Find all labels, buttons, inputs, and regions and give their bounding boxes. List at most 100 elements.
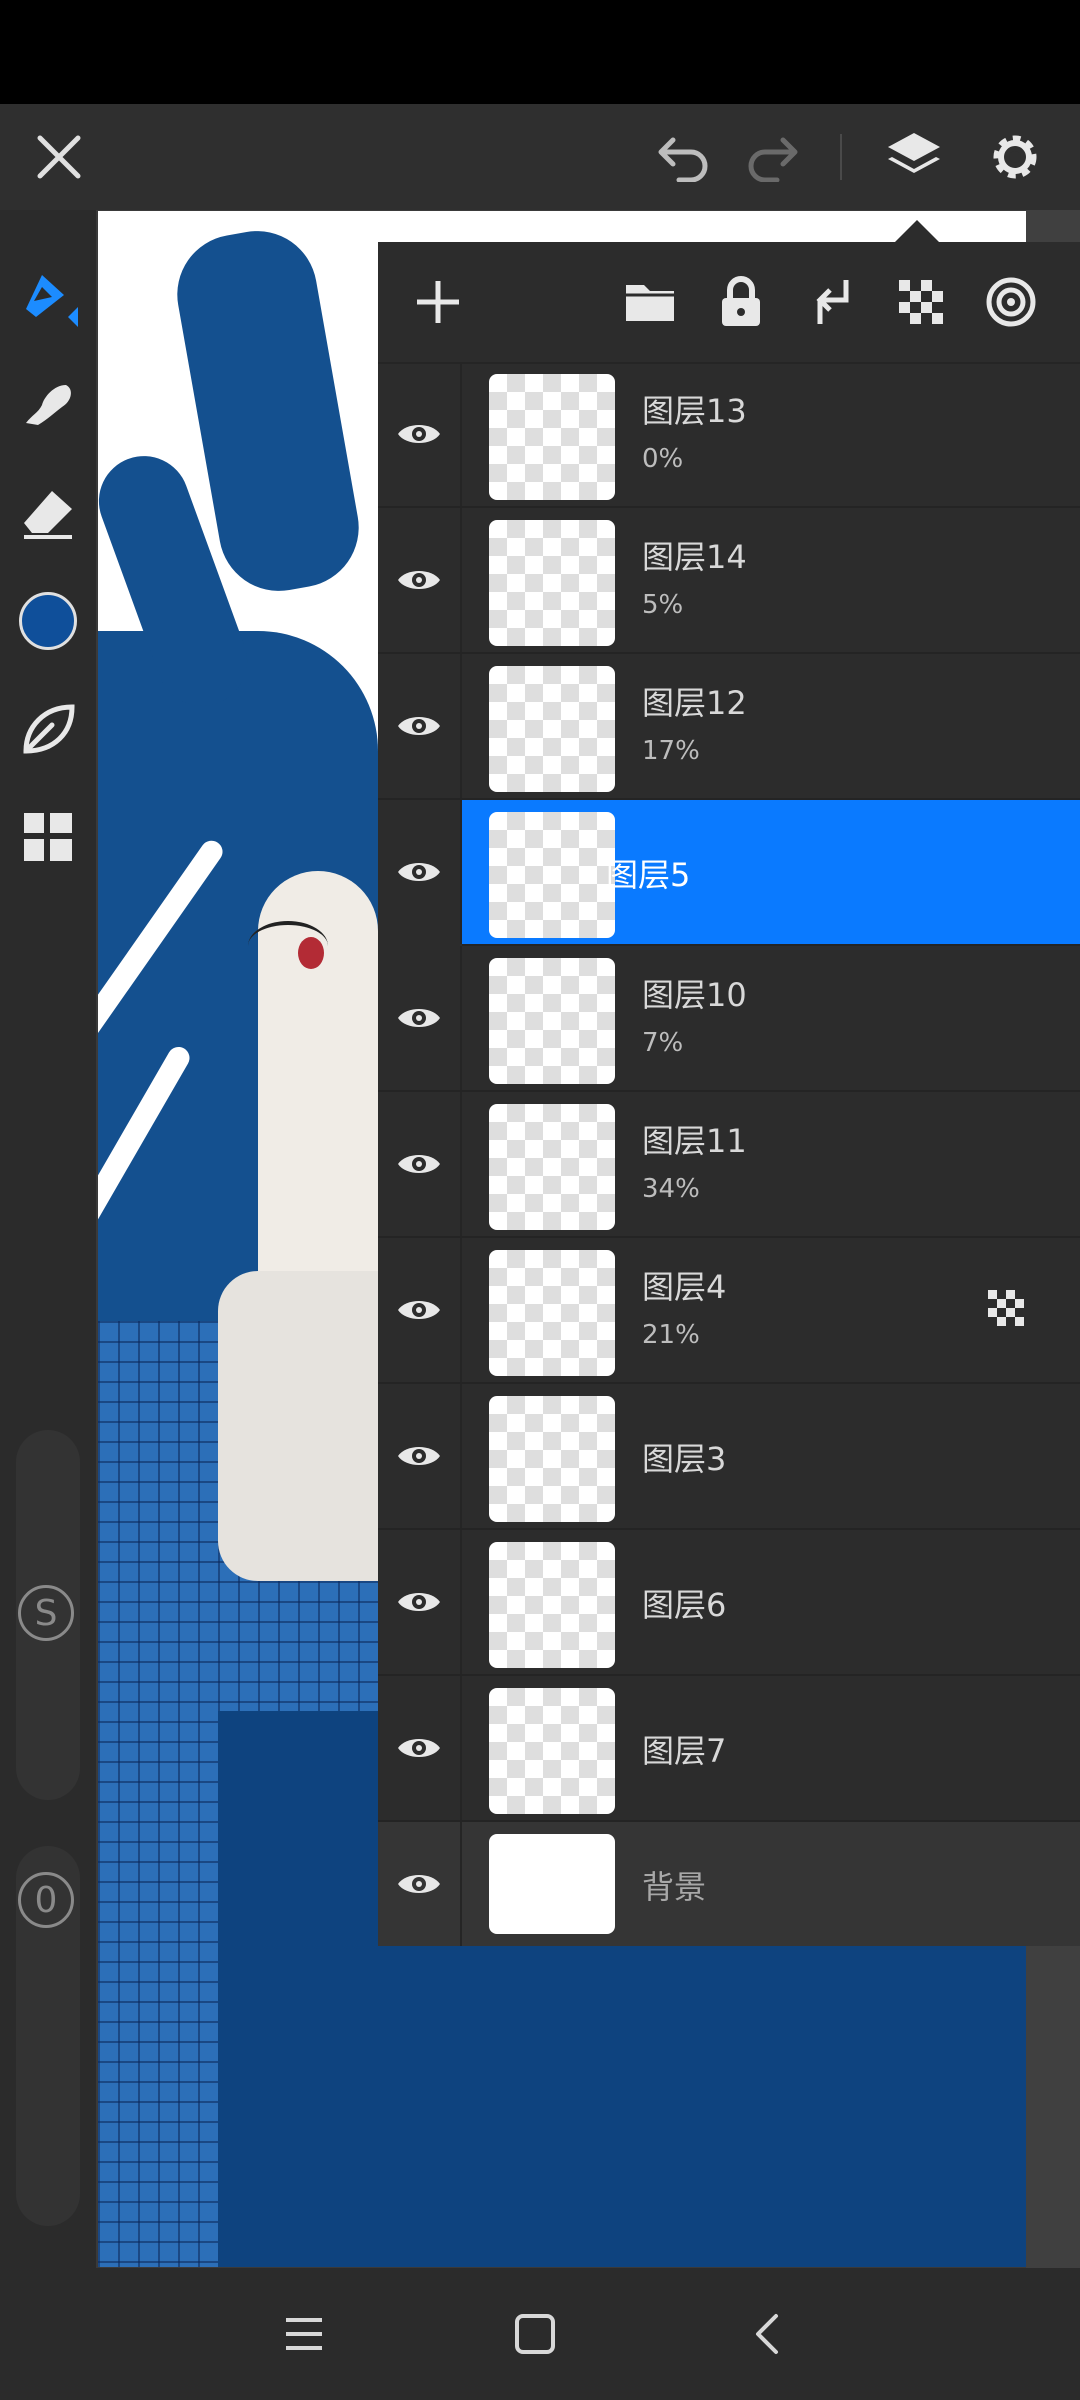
target-button[interactable]: [979, 270, 1043, 334]
color-button[interactable]: [13, 586, 83, 656]
eye-icon: [398, 1301, 440, 1319]
panel-pointer: [895, 220, 939, 242]
layer-opacity: 34%: [642, 1174, 700, 1204]
layer-opacity: 17%: [642, 736, 700, 766]
leaf-icon: [23, 704, 75, 754]
layer-row-selected[interactable]: 图层5: [378, 800, 1080, 946]
lock-icon: [722, 276, 760, 326]
visibility-toggle[interactable]: [378, 800, 462, 944]
toolbar-divider: [840, 134, 842, 180]
grid-icon: [24, 813, 72, 861]
settings-icon: [993, 135, 1037, 179]
eye-icon: [398, 1155, 440, 1173]
layer-name: 图层6: [642, 1586, 727, 1624]
visibility-toggle[interactable]: [378, 1676, 462, 1820]
status-bar: [0, 0, 1080, 104]
layer-row[interactable]: 图层10 7%: [378, 946, 1080, 1092]
add-layer-icon: [417, 281, 459, 323]
close-button[interactable]: [24, 122, 94, 192]
visibility-toggle[interactable]: [378, 1530, 462, 1674]
eye-icon: [398, 717, 440, 735]
layer-row[interactable]: 图层11 34%: [378, 1092, 1080, 1238]
layer-thumbnail: [489, 1542, 615, 1668]
smudge-tool[interactable]: [13, 370, 83, 440]
top-toolbar: [0, 104, 1080, 210]
layers-panel: 图层13 0% 图层14 5% 图层12 17% 图层5 图层10 7% 图层1…: [378, 242, 1080, 1946]
settings-button[interactable]: [980, 122, 1050, 192]
menu-icon: [286, 2318, 322, 2350]
layer-thumbnail: [489, 1834, 615, 1934]
layer-row[interactable]: 图层7: [378, 1676, 1080, 1822]
eye-iris: [298, 937, 324, 969]
visibility-toggle[interactable]: [378, 508, 462, 652]
target-icon: [986, 277, 1036, 327]
brush-opacity-slider[interactable]: 0: [16, 1846, 80, 2226]
visibility-toggle[interactable]: [378, 1822, 462, 1946]
layer-name: 背景: [642, 1868, 707, 1906]
visibility-toggle[interactable]: [378, 1092, 462, 1236]
merge-down-button[interactable]: [799, 270, 863, 334]
undo-button[interactable]: [648, 122, 718, 192]
layer-row[interactable]: 图层6: [378, 1530, 1080, 1676]
layer-thumbnail: [489, 1396, 615, 1522]
redo-button[interactable]: [738, 122, 808, 192]
recent-apps-button[interactable]: [274, 2304, 334, 2364]
layer-row[interactable]: 图层12 17%: [378, 654, 1080, 800]
layer-row[interactable]: 图层13 0%: [378, 362, 1080, 508]
layer-name: 图层7: [642, 1732, 727, 1770]
opacity-slider-knob[interactable]: 0: [18, 1872, 74, 1928]
clipping-mask-icon: [988, 1290, 1024, 1326]
layer-thumbnail: [489, 666, 615, 792]
eye-icon: [398, 1009, 440, 1027]
layer-thumbnail: [489, 1250, 615, 1376]
layer-thumbnail: [489, 1688, 615, 1814]
layer-name: 图层5: [606, 856, 691, 894]
layer-thumbnail: [489, 958, 615, 1084]
left-toolbar: S 0: [0, 210, 96, 2268]
visibility-toggle[interactable]: [378, 1384, 462, 1528]
layer-name: 图层12: [642, 684, 747, 722]
eraser-tool[interactable]: [13, 478, 83, 548]
layer-opacity: 0%: [642, 444, 684, 474]
lock-button[interactable]: [709, 270, 773, 334]
transparency-button[interactable]: [889, 270, 953, 334]
visibility-toggle[interactable]: [378, 362, 462, 506]
back-icon: [756, 2314, 778, 2354]
folder-button[interactable]: [618, 270, 682, 334]
layers-panel-toolbar: [378, 242, 1080, 364]
close-icon: [37, 135, 81, 179]
color-swatch: [19, 592, 77, 650]
visibility-toggle[interactable]: [378, 654, 462, 798]
back-button[interactable]: [738, 2304, 798, 2364]
layer-row[interactable]: 图层4 21%: [378, 1238, 1080, 1384]
leaf-tool[interactable]: [13, 694, 83, 764]
add-layer-button[interactable]: [406, 270, 470, 334]
layer-opacity: 5%: [642, 590, 684, 620]
layer-name: 图层4: [642, 1268, 727, 1306]
brush-size-slider[interactable]: S: [16, 1430, 80, 1800]
visibility-toggle[interactable]: [378, 946, 462, 1090]
layer-row[interactable]: 图层3: [378, 1384, 1080, 1530]
layer-opacity: 7%: [642, 1028, 684, 1058]
layers-icon: [888, 133, 940, 173]
brush-tool[interactable]: [13, 262, 83, 332]
layer-row[interactable]: 图层14 5%: [378, 508, 1080, 654]
app-window: S 0 图层13 0% 图层14 5% 图层12 17% 图层5 图层10 7%…: [0, 104, 1080, 2268]
eye-icon: [398, 571, 440, 589]
gallery-button[interactable]: [13, 802, 83, 872]
redo-icon: [748, 137, 798, 182]
layer-thumbnail: [489, 812, 615, 938]
layer-thumbnail: [489, 1104, 615, 1230]
eye-icon: [398, 425, 440, 443]
layers-button[interactable]: [879, 122, 949, 192]
folder-icon: [626, 285, 674, 321]
background-layer-row[interactable]: 背景: [378, 1822, 1080, 1946]
visibility-toggle[interactable]: [378, 1238, 462, 1382]
home-button[interactable]: [505, 2304, 565, 2364]
layer-thumbnail: [489, 520, 615, 646]
eye-icon: [398, 863, 440, 881]
layer-thumbnail: [489, 374, 615, 500]
layer-opacity: 21%: [642, 1320, 700, 1350]
transparency-icon: [899, 280, 943, 324]
size-slider-knob[interactable]: S: [18, 1585, 74, 1641]
